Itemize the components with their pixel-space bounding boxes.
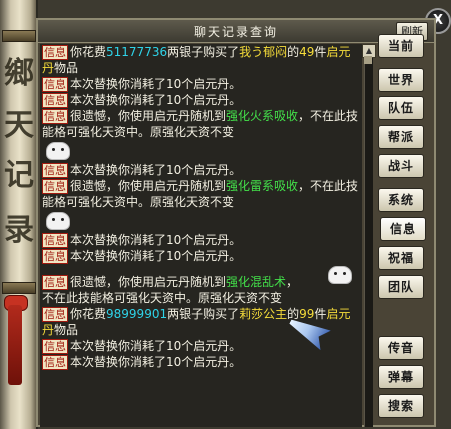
message-badge[interactable]: 信息 (42, 339, 68, 354)
tab-11[interactable]: 搜索 (378, 394, 424, 418)
tab-9[interactable]: 传音 (378, 336, 424, 360)
scroll-char-3: 记 (4, 158, 34, 193)
skill-name: 强化雷系吸收 (226, 179, 299, 193)
emoji-row (40, 210, 362, 232)
message-text: 的 (287, 307, 300, 321)
tab-6[interactable]: 信息 (380, 217, 426, 241)
money-amount: 51177736 (106, 45, 168, 59)
message-text: 的 (287, 45, 300, 59)
tab-10[interactable]: 弹幕 (378, 365, 424, 389)
emoji-icon (328, 266, 353, 284)
title-bar: 聊天记录查询 刷新 (38, 20, 434, 43)
message-text: 本次替换你消耗了10个启元丹。 (70, 233, 242, 247)
item-quantity: 99 (299, 307, 315, 321)
message-text: 不在此技能格可强化天资中。原强化天资不变 (42, 291, 283, 305)
chat-log[interactable]: 信息 你花费51177736两银子购买了我う郁闷的49件启元丹物品 信息 本次替换你消… (40, 44, 362, 427)
scroll-char-2: 天 (4, 108, 34, 143)
tab-8[interactable]: 团队 (378, 275, 424, 299)
chat-message: 信息 本次替换你消耗了10个启元丹。 (40, 92, 362, 108)
emoji-icon (46, 142, 70, 160)
player-name[interactable]: 我う郁闷 (239, 45, 287, 59)
skill-name: 强化火系吸收 (226, 109, 299, 123)
message-text: 本次替换你消耗了10个启元丹。 (70, 249, 242, 263)
message-badge[interactable]: 信息 (42, 163, 68, 178)
skill-name: 强化混乱术 (226, 275, 287, 289)
chat-message: 信息 本次替换你消耗了10个启元丹。 (40, 354, 362, 370)
message-text: 物品 (54, 61, 79, 75)
chat-message: 信息 很遗憾，你使用启元丹随机到强化火系吸收，不在此技能格可强化天资中。原强化天资… (40, 108, 360, 140)
scroll-char-4: 录 (4, 213, 34, 248)
message-badge[interactable]: 信息 (42, 93, 68, 108)
message-text: 物品 (54, 323, 79, 337)
tab-5[interactable]: 系统 (378, 188, 424, 212)
tab-7[interactable]: 祝福 (378, 246, 424, 270)
message-text: 本次替换你消耗了10个启元丹。 (70, 163, 242, 177)
scroll-char-1: 鄉 (4, 56, 34, 91)
message-badge[interactable]: 信息 (42, 233, 68, 248)
message-badge[interactable]: 信息 (42, 109, 68, 124)
tab-3[interactable]: 帮派 (378, 125, 424, 149)
scroll-rod-top (2, 30, 36, 42)
message-badge[interactable]: 信息 (42, 77, 68, 92)
money-amount: 98999901 (106, 307, 168, 321)
tab-4[interactable]: 战斗 (378, 154, 424, 178)
tab-1[interactable]: 世界 (378, 68, 424, 92)
chat-message: 信息 本次替换你消耗了10个启元丹。 (40, 162, 362, 178)
message-text: 本次替换你消耗了10个启元丹。 (70, 77, 242, 91)
chat-history-window: 聊天记录查询 刷新 信息 你花费51177736两银子购买了我う郁闷的49件启元丹… (36, 18, 436, 427)
window-title: 聊天记录查询 (193, 25, 278, 39)
message-badge[interactable]: 信息 (42, 275, 68, 290)
message-badge[interactable]: 信息 (42, 45, 68, 60)
message-text: 很遗憾，你使用启元丹随机到 (70, 109, 227, 123)
chat-message: 信息 很遗憾，你使用启元丹随机到强化混乱术， 不在此技能格可强化天资中。原强化天资不… (40, 264, 360, 306)
emoji-row (40, 140, 362, 162)
tab-2[interactable]: 队伍 (378, 96, 424, 120)
message-badge[interactable]: 信息 (42, 307, 68, 322)
scroll-decoration: 鄉 天 记 录 (0, 0, 38, 429)
tab-0[interactable]: 当前 (378, 34, 424, 58)
message-text: 本次替换你消耗了10个启元丹。 (70, 93, 242, 107)
message-text: 件 (314, 45, 327, 59)
message-text: 两银子购买了 (167, 45, 240, 59)
message-text: 你花费 (70, 307, 107, 321)
player-name[interactable]: 莉莎公主 (239, 307, 287, 321)
scrollbar-track[interactable] (364, 44, 373, 427)
message-badge[interactable]: 信息 (42, 179, 68, 194)
message-text: 你花费 (70, 45, 107, 59)
message-text: 很遗憾，你使用启元丹随机到 (70, 275, 227, 289)
tassel (8, 305, 22, 385)
chat-message: 信息 本次替换你消耗了10个启元丹。 (40, 232, 362, 248)
message-text: 很遗憾，你使用启元丹随机到 (70, 179, 227, 193)
chat-message: 信息 本次替换你消耗了10个启元丹。 (40, 248, 362, 264)
message-text: 本次替换你消耗了10个启元丹。 (70, 355, 242, 369)
chat-message: 信息 很遗憾，你使用启元丹随机到强化雷系吸收，不在此技能格可强化天资中。原强化天资… (40, 178, 360, 210)
message-text: ， (286, 275, 299, 289)
scroll-rod-bottom (2, 282, 36, 294)
message-badge[interactable]: 信息 (42, 249, 68, 264)
message-text: 两银子购买了 (167, 307, 240, 321)
item-quantity: 49 (299, 45, 315, 59)
message-text: 件 (314, 307, 327, 321)
scrollbar-thumb[interactable] (364, 56, 372, 64)
emoji-icon (46, 212, 70, 230)
chat-message: 信息 本次替换你消耗了10个启元丹。 (40, 76, 362, 92)
chat-message: 信息 你花费51177736两银子购买了我う郁闷的49件启元丹物品 (40, 44, 360, 76)
message-badge[interactable]: 信息 (42, 355, 68, 370)
message-text: 本次替换你消耗了10个启元丹。 (70, 339, 242, 353)
